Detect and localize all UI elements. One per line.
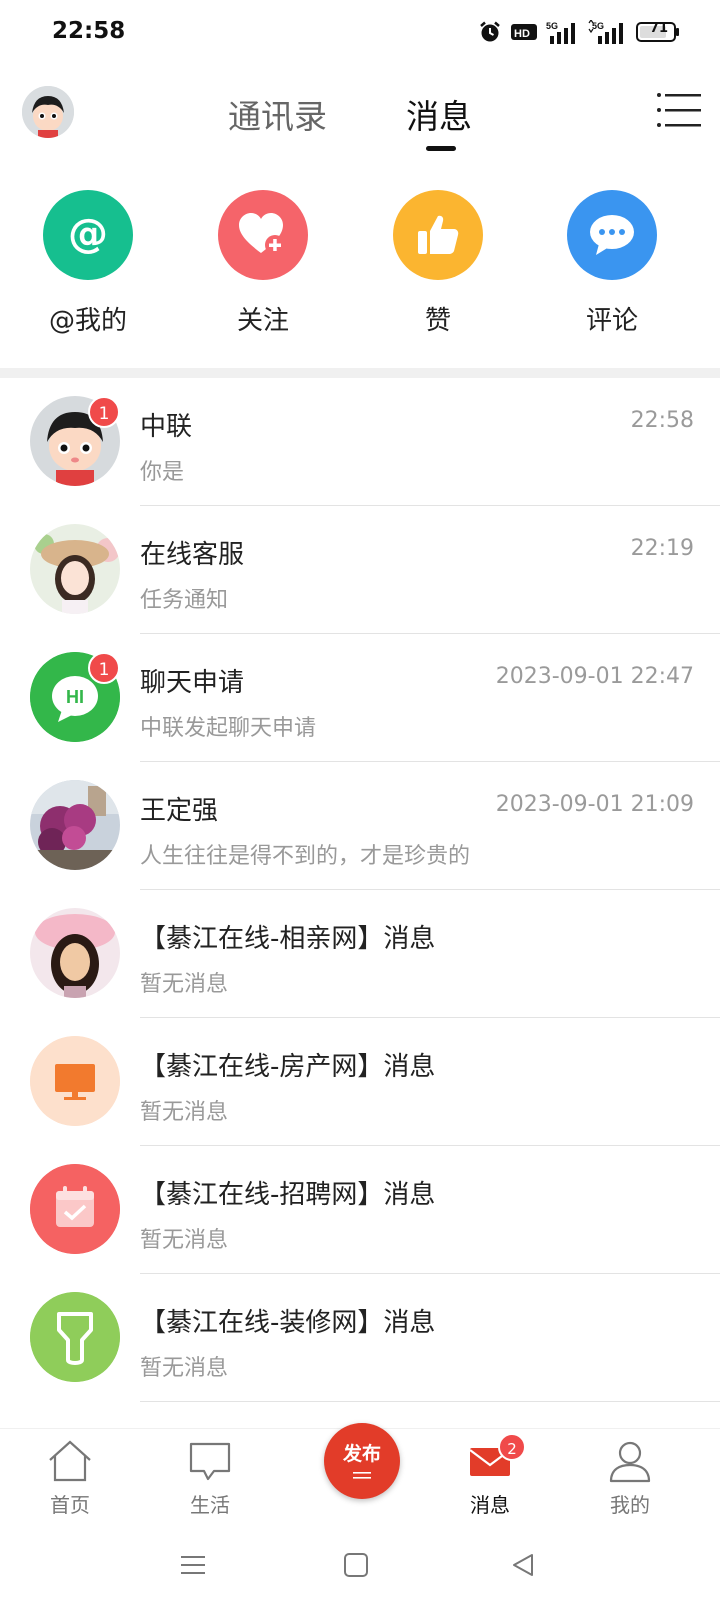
conversation-time: 22:58 [630, 408, 694, 433]
calendar-check-icon [30, 1164, 120, 1254]
chat-bubble-icon [189, 1442, 231, 1481]
conversation-preview: 暂无消息 [140, 1100, 229, 1125]
top-header: 通讯录 消息 [0, 66, 720, 162]
publish-button[interactable]: 发布 [324, 1423, 400, 1499]
svg-text:HD: HD [514, 28, 530, 40]
conversation-name: 中联 [140, 412, 193, 442]
alarm-icon [480, 21, 500, 42]
status-time: 22:58 [52, 18, 126, 44]
conversation-preview: 暂无消息 [140, 1356, 229, 1381]
home-square-icon[interactable] [343, 1552, 369, 1578]
quick-actions: @ @我的 关注 赞 评论 [0, 190, 720, 340]
system-nav-bar [0, 1530, 720, 1612]
signal-5g-icon: 5G [546, 21, 575, 44]
flowers-photo-avatar [30, 780, 120, 870]
unread-badge: 1 [88, 396, 120, 428]
quick-action-comments[interactable]: 评论 [537, 190, 687, 337]
svg-text:5G: 5G [592, 21, 604, 31]
nav-label: 消息 [470, 1493, 510, 1517]
nav-messages[interactable]: 2 消息 [430, 1433, 550, 1518]
conversation-time: 2023-09-01 22:47 [495, 664, 694, 689]
home-icon [49, 1440, 91, 1482]
status-icons: HD 5G 5G 71 [478, 18, 680, 46]
cartoon-boy-avatar [22, 86, 74, 138]
conversation-row-jobs[interactable]: 【綦江在线-招聘网】消息 暂无消息 [0, 1146, 720, 1274]
conversation-name: 【綦江在线-装修网】消息 [140, 1308, 436, 1338]
quick-action-likes[interactable]: 赞 [363, 190, 513, 337]
back-triangle-icon[interactable] [510, 1552, 536, 1578]
conversation-name: 聊天申请 [140, 668, 245, 698]
recent-apps-icon[interactable] [180, 1552, 206, 1578]
nav-label: 首页 [50, 1493, 90, 1517]
conversation-preview: 中联发起聊天申请 [140, 716, 317, 741]
conversation-row-wangdingqiang[interactable]: 王定强 人生往往是得不到的，才是珍贵的 2023-09-01 21:09 [0, 762, 720, 890]
conversation-preview: 暂无消息 [140, 1228, 229, 1253]
conversation-name: 【綦江在线-招聘网】消息 [140, 1180, 436, 1210]
battery-level: 71 [649, 21, 668, 36]
conversation-time: 22:19 [630, 536, 694, 561]
active-tab-indicator [426, 146, 456, 151]
conversation-list: 1 中联 你是 22:58 在线客服 任务通知 22:19 HI 1 聊天申请 … [0, 378, 720, 1402]
conversation-name: 王定强 [140, 796, 219, 826]
at-icon: @ [43, 190, 133, 280]
signal-5g-icon: 5G [588, 20, 623, 44]
conversation-row-chat-request[interactable]: HI 1 聊天申请 中联发起聊天申请 2023-09-01 22:47 [0, 634, 720, 762]
comment-icon [567, 190, 657, 280]
brush-icon [30, 1292, 120, 1382]
svg-text:@: @ [68, 211, 108, 257]
tab-messages[interactable]: 消息 [406, 90, 472, 138]
conversation-preview: 暂无消息 [140, 972, 229, 997]
quick-action-label: 赞 [424, 306, 451, 336]
conversation-row-dating[interactable]: 【綦江在线-相亲网】消息 暂无消息 [0, 890, 720, 1018]
tab-contacts[interactable]: 通讯录 [228, 90, 327, 138]
conversation-row-service[interactable]: 在线客服 任务通知 22:19 [0, 506, 720, 634]
nav-unread-badge: 2 [498, 1433, 526, 1461]
conversation-row-realestate[interactable]: 【綦江在线-房产网】消息 暂无消息 [0, 1018, 720, 1146]
quick-action-label: @我的 [48, 306, 127, 336]
conversation-preview: 你是 [140, 460, 185, 485]
nav-me[interactable]: 我的 [570, 1439, 690, 1518]
conversation-name: 【綦江在线-相亲网】消息 [140, 924, 436, 954]
conversation-name: 【綦江在线-房产网】消息 [140, 1052, 436, 1082]
conversation-preview: 任务通知 [140, 588, 229, 613]
nav-home[interactable]: 首页 [10, 1439, 130, 1518]
monitor-icon [30, 1036, 120, 1126]
profile-avatar[interactable] [22, 86, 74, 138]
status-bar: 22:58 HD 5G 5G 71 [0, 0, 720, 66]
nav-label: 我的 [610, 1493, 650, 1517]
quick-action-label: 关注 [236, 306, 289, 336]
thumbs-up-icon [393, 190, 483, 280]
hd-icon: HD [511, 24, 537, 40]
quick-action-mentions[interactable]: @ @我的 [13, 190, 163, 337]
user-icon [609, 1441, 651, 1483]
conversation-row-decoration[interactable]: 【綦江在线-装修网】消息 暂无消息 [0, 1274, 720, 1402]
bottom-nav: 首页 生活 发布 2 消息 我的 [0, 1423, 720, 1528]
svg-text:HI: HI [66, 687, 84, 707]
menu-list-icon[interactable] [656, 90, 702, 130]
unread-badge: 1 [88, 652, 120, 684]
publish-label: 发布 [342, 1443, 381, 1465]
row-divider [140, 1401, 720, 1402]
conversation-name: 在线客服 [140, 540, 245, 570]
nav-life[interactable]: 生活 [150, 1439, 270, 1518]
heart-plus-icon [218, 190, 308, 280]
conversation-preview: 人生往往是得不到的，才是珍贵的 [140, 844, 471, 869]
portrait-photo-avatar [30, 908, 120, 998]
nav-label: 生活 [190, 1493, 230, 1517]
service-photo-avatar [30, 524, 120, 614]
quick-action-follow[interactable]: 关注 [188, 190, 338, 337]
conversation-time: 2023-09-01 21:09 [495, 792, 694, 817]
publish-icon [353, 1472, 371, 1479]
conversation-row-zhonglian[interactable]: 1 中联 你是 22:58 [0, 378, 720, 506]
section-divider [0, 368, 720, 378]
quick-action-label: 评论 [585, 306, 638, 336]
svg-text:5G: 5G [546, 21, 558, 31]
